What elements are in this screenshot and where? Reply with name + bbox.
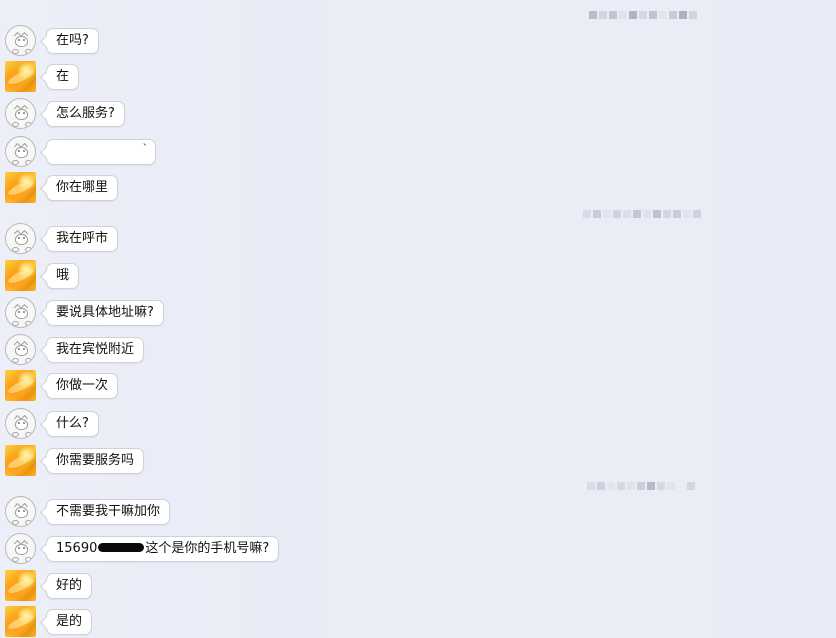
message-text: 好的 [56, 578, 83, 593]
flower-avatar-icon[interactable] [5, 172, 36, 203]
message-row: 在 [0, 61, 600, 93]
cat-avatar-icon[interactable] [5, 533, 36, 564]
message-text: 怎么服务? [56, 106, 115, 121]
timestamp-3 [587, 480, 697, 492]
message-text-after: 这个是你的手机号嘛? [145, 541, 270, 556]
message-trailing-mark: ` [142, 142, 149, 155]
message-text: 我在呼市 [56, 231, 109, 246]
message-text: 什么? [56, 416, 89, 431]
cat-avatar-icon[interactable] [5, 223, 36, 254]
message-bubble: 在吗? [46, 28, 99, 54]
message-text: 哦 [56, 268, 70, 283]
message-text: 不需要我干嘛加你 [56, 504, 161, 519]
message-row: 你做一次 [0, 370, 600, 402]
message-text: 你在哪里 [56, 180, 109, 195]
message-row: ` [0, 136, 600, 168]
message-row: 我在呼市 [0, 223, 600, 255]
message-row: 什么? [0, 408, 600, 440]
message-bubble: 怎么服务? [46, 101, 125, 127]
cat-avatar-icon[interactable] [5, 297, 36, 328]
message-text: 要说具体地址嘛? [56, 305, 154, 320]
cat-avatar-icon[interactable] [5, 334, 36, 365]
message-row: 怎么服务? [0, 98, 600, 130]
redaction-mark [98, 543, 145, 552]
flower-avatar-icon[interactable] [5, 445, 36, 476]
message-bubble: 在 [46, 64, 80, 90]
redacted-message-bubble: ` [46, 139, 156, 165]
message-row: 不需要我干嘛加你 [0, 496, 600, 528]
message-text: 在 [56, 69, 70, 84]
message-text: 在吗? [56, 33, 89, 48]
message-bubble: 你在哪里 [46, 175, 119, 201]
message-row: 我在宾悦附近 [0, 334, 600, 366]
message-row: 15690 这个是你的手机号嘛? [0, 533, 600, 565]
message-bubble: 你需要服务吗 [46, 448, 145, 474]
chat-history: 在吗? 在 怎么服务? ` 你在哪里 我在呼市 哦 要说具体地址嘛? 我在宾悦附… [0, 0, 836, 638]
message-bubble: 我在宾悦附近 [46, 337, 145, 363]
message-text-before: 15690 [56, 541, 98, 556]
cat-avatar-icon[interactable] [5, 408, 36, 439]
message-row: 好的 [0, 570, 600, 602]
message-bubble: 哦 [46, 263, 80, 289]
message-text: 你做一次 [56, 378, 109, 393]
flower-avatar-icon[interactable] [5, 606, 36, 637]
flower-avatar-icon[interactable] [5, 61, 36, 92]
cat-avatar-icon[interactable] [5, 25, 36, 56]
timestamp-1 [589, 9, 699, 21]
flower-avatar-icon[interactable] [5, 260, 36, 291]
message-bubble: 是的 [46, 609, 93, 635]
message-row: 哦 [0, 260, 600, 292]
message-bubble: 你做一次 [46, 373, 119, 399]
cat-avatar-icon[interactable] [5, 496, 36, 527]
message-text: 我在宾悦附近 [56, 342, 135, 357]
message-row: 要说具体地址嘛? [0, 297, 600, 329]
message-bubble: 什么? [46, 411, 99, 437]
message-row: 你在哪里 [0, 172, 600, 204]
flower-avatar-icon[interactable] [5, 570, 36, 601]
message-text: 是的 [56, 614, 83, 629]
message-bubble: 要说具体地址嘛? [46, 300, 164, 326]
message-row: 是的 [0, 606, 600, 638]
message-bubble: 我在呼市 [46, 226, 119, 252]
cat-avatar-icon[interactable] [5, 98, 36, 129]
message-row: 你需要服务吗 [0, 445, 600, 477]
message-row: 在吗? [0, 25, 600, 57]
message-bubble: 不需要我干嘛加你 [46, 499, 171, 525]
timestamp-2 [583, 208, 703, 220]
message-bubble: 15690 这个是你的手机号嘛? [46, 536, 280, 562]
message-bubble: 好的 [46, 573, 93, 599]
cat-avatar-icon[interactable] [5, 136, 36, 167]
flower-avatar-icon[interactable] [5, 370, 36, 401]
message-text: 你需要服务吗 [56, 453, 135, 468]
